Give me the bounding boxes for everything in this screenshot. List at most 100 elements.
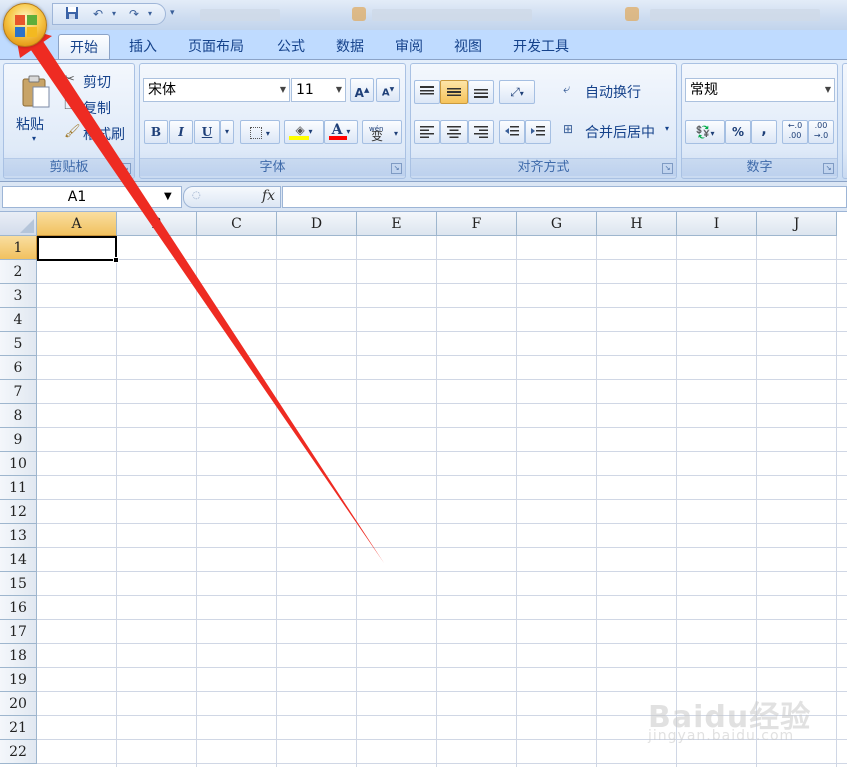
number-format-select[interactable]: 常规 ▼ (685, 78, 835, 102)
align-bottom-button[interactable] (468, 80, 494, 104)
align-top-button[interactable] (414, 80, 440, 104)
save-icon[interactable] (63, 6, 81, 22)
comma-style-button[interactable]: , (751, 120, 777, 144)
borders-button[interactable]: ▾ (240, 120, 280, 144)
tab-data[interactable]: 数据 (325, 34, 375, 60)
row-header-11[interactable]: 11 (0, 476, 37, 500)
align-right-button[interactable] (468, 120, 494, 144)
row-header-5[interactable]: 5 (0, 332, 37, 356)
row-header-7[interactable]: 7 (0, 380, 37, 404)
fill-color-button[interactable]: ◈ ▾ (284, 120, 324, 144)
increase-decimal-button[interactable]: ←.0.00 (782, 120, 808, 144)
dialog-launcher-icon[interactable]: ↘ (120, 163, 131, 174)
cut-label: 剪切 (83, 75, 111, 91)
column-header-f[interactable]: F (437, 212, 517, 236)
row-header-1[interactable]: 1 (0, 236, 37, 260)
column-header-i[interactable]: I (677, 212, 757, 236)
dialog-launcher-icon[interactable]: ↘ (662, 163, 673, 174)
row-header-9[interactable]: 9 (0, 428, 37, 452)
font-color-button[interactable]: A ▾ (324, 120, 358, 144)
office-button[interactable] (3, 3, 47, 47)
expand-handle-icon[interactable]: ◌ (192, 190, 201, 201)
row-header-22[interactable]: 22 (0, 740, 37, 764)
column-header-d[interactable]: D (277, 212, 357, 236)
phonetic-guide-button[interactable]: wén 变 ▾ (362, 120, 402, 144)
column-header-b[interactable]: B (117, 212, 197, 236)
tab-review[interactable]: 审阅 (384, 34, 434, 60)
row-header-17[interactable]: 17 (0, 620, 37, 644)
percent-style-button[interactable]: % (725, 120, 751, 144)
row-header-8[interactable]: 8 (0, 404, 37, 428)
row-header-4[interactable]: 4 (0, 308, 37, 332)
active-cell-a1[interactable] (37, 236, 117, 261)
font-size-select[interactable]: 11 ▼ (291, 78, 346, 102)
increase-indent-button[interactable] (525, 120, 551, 144)
column-header-c[interactable]: C (197, 212, 277, 236)
underline-button[interactable]: U (194, 120, 220, 144)
row-header-12[interactable]: 12 (0, 500, 37, 524)
row-header-18[interactable]: 18 (0, 644, 37, 668)
italic-button[interactable]: I (169, 120, 193, 144)
row-header-20[interactable]: 20 (0, 692, 37, 716)
column-header-a[interactable]: A (37, 212, 117, 236)
blurred-window-icon (352, 7, 366, 21)
dialog-launcher-icon[interactable]: ↘ (391, 163, 402, 174)
wrap-text-button[interactable]: ⤶ 自动换行 (561, 81, 675, 103)
cut-button[interactable]: ✂ 剪切 (62, 72, 132, 92)
undo-dropdown-icon[interactable]: ▾ (105, 6, 123, 22)
row-header-16[interactable]: 16 (0, 596, 37, 620)
row-header-14[interactable]: 14 (0, 548, 37, 572)
row-header-10[interactable]: 10 (0, 452, 37, 476)
font-name-select[interactable]: 宋体 ▼ (143, 78, 290, 102)
column-header-e[interactable]: E (357, 212, 437, 236)
tab-view[interactable]: 视图 (443, 34, 493, 60)
row-header-15[interactable]: 15 (0, 572, 37, 596)
increase-font-size-button[interactable]: A▲ (350, 78, 374, 102)
orientation-button[interactable]: ⤢▾ (499, 80, 535, 104)
watermark-url: jingyan.baidu.com (648, 728, 795, 744)
chevron-down-icon: ▼ (279, 85, 286, 94)
blurred-window-icon (625, 7, 639, 21)
fill-handle[interactable] (113, 257, 119, 263)
column-header-g[interactable]: G (517, 212, 597, 236)
column-header-j[interactable]: J (757, 212, 837, 236)
formula-input[interactable] (282, 186, 847, 208)
row-header-13[interactable]: 13 (0, 524, 37, 548)
tab-formulas[interactable]: 公式 (266, 34, 316, 60)
align-left-icon (420, 126, 434, 138)
format-painter-button[interactable]: 🖌 格式刷 (62, 124, 134, 144)
accounting-format-button[interactable]: 💱▾ (685, 120, 725, 144)
tab-insert[interactable]: 插入 (118, 34, 168, 60)
copy-button[interactable]: ❐ 复制 (62, 98, 132, 118)
dialog-launcher-icon[interactable]: ↘ (823, 163, 834, 174)
name-box[interactable]: A1 (2, 186, 182, 208)
row-header-19[interactable]: 19 (0, 668, 37, 692)
number-group: 常规 ▼ 💱▾ % , ←.0.00 .00 →.0 数字 ↘ (681, 63, 838, 179)
customize-qat-icon[interactable]: ▾ (170, 8, 180, 20)
paste-button[interactable]: 粘贴 ▾ (12, 68, 56, 152)
row-header-6[interactable]: 6 (0, 356, 37, 380)
redo-dropdown-icon[interactable]: ▾ (141, 6, 159, 22)
align-left-button[interactable] (414, 120, 440, 144)
row-header-21[interactable]: 21 (0, 716, 37, 740)
tab-developer[interactable]: 开发工具 (502, 34, 580, 60)
decrease-decimal-button[interactable]: .00 →.0 (808, 120, 834, 144)
insert-function-icon[interactable]: fx (262, 188, 275, 204)
decrease-indent-button[interactable] (499, 120, 525, 144)
align-center-button[interactable] (440, 120, 468, 144)
decrease-font-size-button[interactable]: A▼ (376, 78, 400, 102)
scissors-icon: ✂ (64, 72, 75, 87)
merge-center-button[interactable]: ⊞ 合并后居中 ▾ (561, 121, 675, 143)
row-header-2[interactable]: 2 (0, 260, 37, 284)
wrap-text-label: 自动换行 (585, 85, 641, 101)
column-header-h[interactable]: H (597, 212, 677, 236)
styles-group-partial (842, 63, 847, 179)
underline-dropdown-icon[interactable]: ▾ (220, 120, 234, 144)
row-header-3[interactable]: 3 (0, 284, 37, 308)
align-middle-button[interactable] (440, 80, 468, 104)
bold-button[interactable]: B (144, 120, 168, 144)
select-all-button[interactable] (0, 212, 37, 236)
tab-page-layout[interactable]: 页面布局 (177, 34, 255, 60)
name-box-dropdown-icon[interactable]: ▼ (164, 191, 172, 202)
tab-home[interactable]: 开始 (58, 34, 110, 60)
